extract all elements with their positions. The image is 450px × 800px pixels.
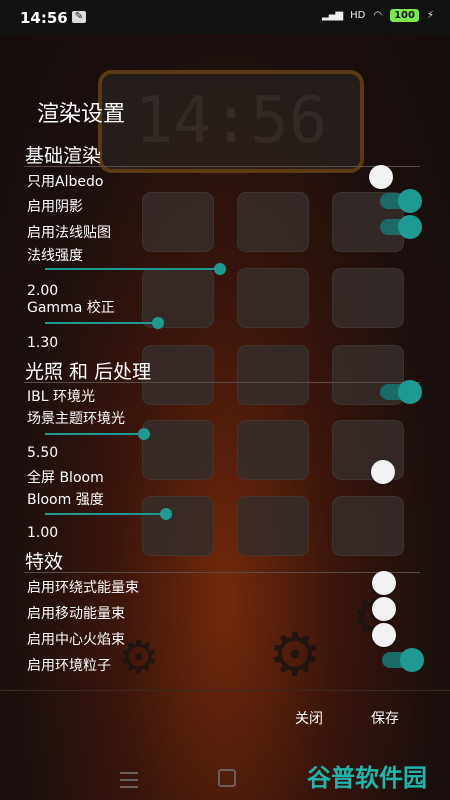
center-flame-label: 启用中心火焰束 (27, 632, 125, 648)
status-icons: ▂▄▆ HD ◠ 100 ⚡ (322, 9, 434, 22)
save-button[interactable]: 保存 (371, 708, 399, 728)
signal-icon: ▂▄▆ (322, 10, 343, 21)
normal-strength-label: 法线强度 (27, 248, 83, 264)
bloom-toggle[interactable] (371, 460, 414, 484)
home-icon[interactable] (218, 769, 236, 787)
wifi-icon: ◠ (373, 10, 383, 21)
bloom-strength-label: Bloom 强度 (27, 492, 104, 508)
gamma-label: Gamma 校正 (27, 300, 115, 316)
bloom-strength-slider[interactable] (45, 508, 225, 520)
slider-thumb[interactable] (138, 428, 150, 440)
scene-ambient-slider[interactable] (45, 428, 225, 440)
ibl-toggle[interactable] (380, 380, 422, 404)
status-bar: 14:56 ✎ ▂▄▆ HD ◠ 100 ⚡ (0, 0, 450, 34)
status-time: 14:56 (20, 9, 68, 27)
watermark: 谷普软件园 (307, 764, 427, 792)
section-lighting: 光照 和 后处理 (25, 361, 152, 383)
menu-icon[interactable] (120, 772, 138, 788)
gamma-slider[interactable] (45, 317, 225, 329)
gamma-value: 1.30 (27, 335, 59, 351)
network-type: HD (350, 10, 366, 21)
normal-map-label: 启用法线贴图 (27, 225, 111, 241)
shadows-toggle[interactable] (380, 189, 422, 213)
ambient-particles-label: 启用环境粒子 (27, 658, 111, 674)
section-effects: 特效 (25, 551, 64, 573)
albedo-only-label: 只用Albedo (27, 174, 104, 190)
charging-icon: ⚡ (426, 10, 434, 21)
orbit-beam-label: 启用环绕式能量束 (27, 580, 139, 596)
ambient-particles-toggle[interactable] (382, 648, 424, 672)
divider (24, 166, 420, 167)
mobile-beam-toggle[interactable] (372, 597, 415, 621)
shadows-label: 启用阴影 (27, 199, 83, 215)
divider (24, 382, 420, 383)
mobile-beam-label: 启用移动能量束 (27, 606, 125, 622)
scene-ambient-value: 5.50 (27, 445, 59, 461)
dialog-title: 渲染设置 (37, 102, 126, 127)
section-basic-render: 基础渲染 (25, 145, 102, 167)
battery-level: 100 (390, 9, 419, 22)
normal-map-toggle[interactable] (380, 215, 422, 239)
scene-ambient-label: 场景主题环境光 (27, 411, 125, 427)
bloom-strength-value: 1.00 (27, 525, 59, 541)
slider-thumb[interactable] (159, 508, 172, 520)
divider (0, 690, 450, 691)
center-flame-toggle[interactable] (372, 623, 415, 647)
divider (24, 572, 420, 573)
close-button[interactable]: 关闭 (295, 708, 323, 728)
albedo-only-toggle[interactable] (369, 165, 412, 189)
ibl-label: IBL 环境光 (27, 389, 95, 405)
normal-strength-slider[interactable] (45, 263, 226, 275)
slider-thumb[interactable] (213, 263, 226, 275)
wrench-icon: ✎ (72, 11, 86, 23)
bloom-label: 全屏 Bloom (27, 470, 104, 486)
orbit-beam-toggle[interactable] (372, 571, 415, 595)
